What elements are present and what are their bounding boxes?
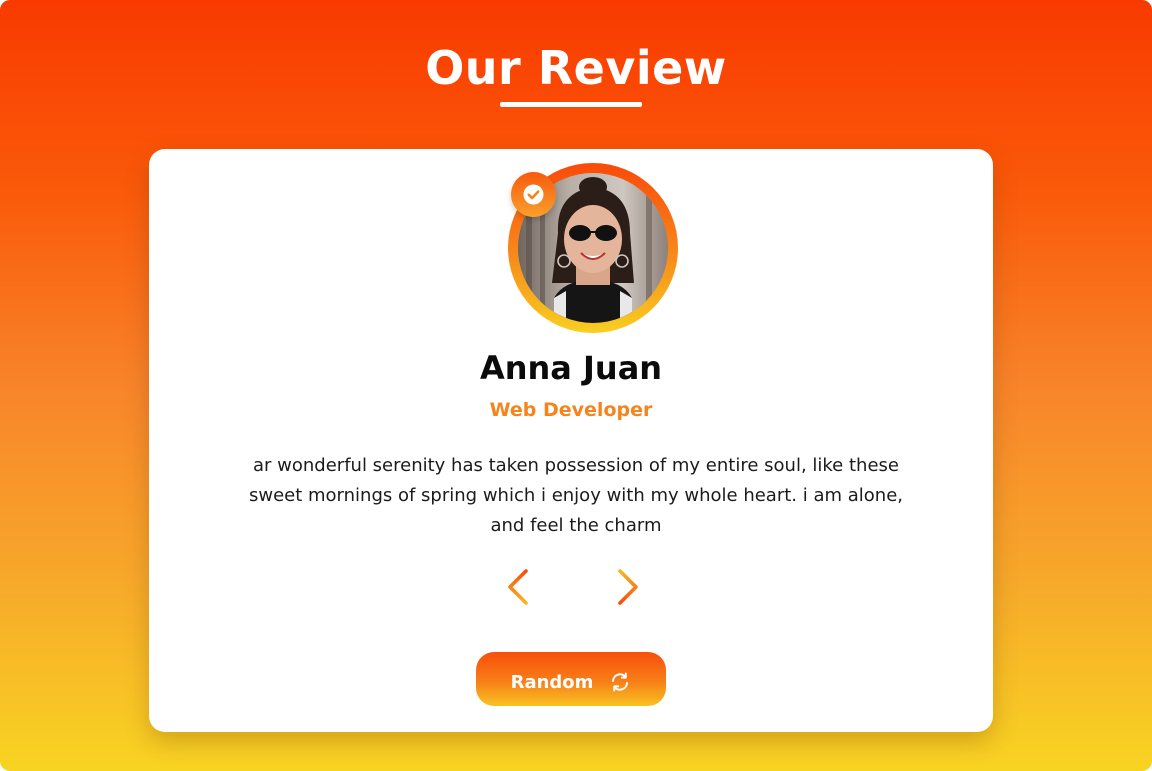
reviewer-role: Web Developer [489,399,653,421]
prev-button[interactable] [498,565,538,609]
verified-badge [511,172,556,217]
check-circle-icon [523,184,544,205]
review-page: Our Review Anna Juan Web Developer ar wo… [0,0,1152,771]
random-button[interactable]: Random [476,652,666,706]
refresh-icon [612,672,629,692]
chevron-right-icon [618,569,638,605]
title-wrap: Our Review [0,40,1152,96]
random-button-content: Random [476,652,666,706]
review-card: Anna Juan Web Developer ar wonderful ser… [149,149,993,732]
page-title: Our Review [425,41,727,95]
chevron-left-icon [508,569,528,605]
next-button[interactable] [608,565,648,609]
reviewer-name: Anna Juan [479,349,663,387]
title-underline [500,102,642,107]
random-button-label: Random [510,671,594,693]
review-text: ar wonderful serenity has taken possessi… [248,455,903,536]
